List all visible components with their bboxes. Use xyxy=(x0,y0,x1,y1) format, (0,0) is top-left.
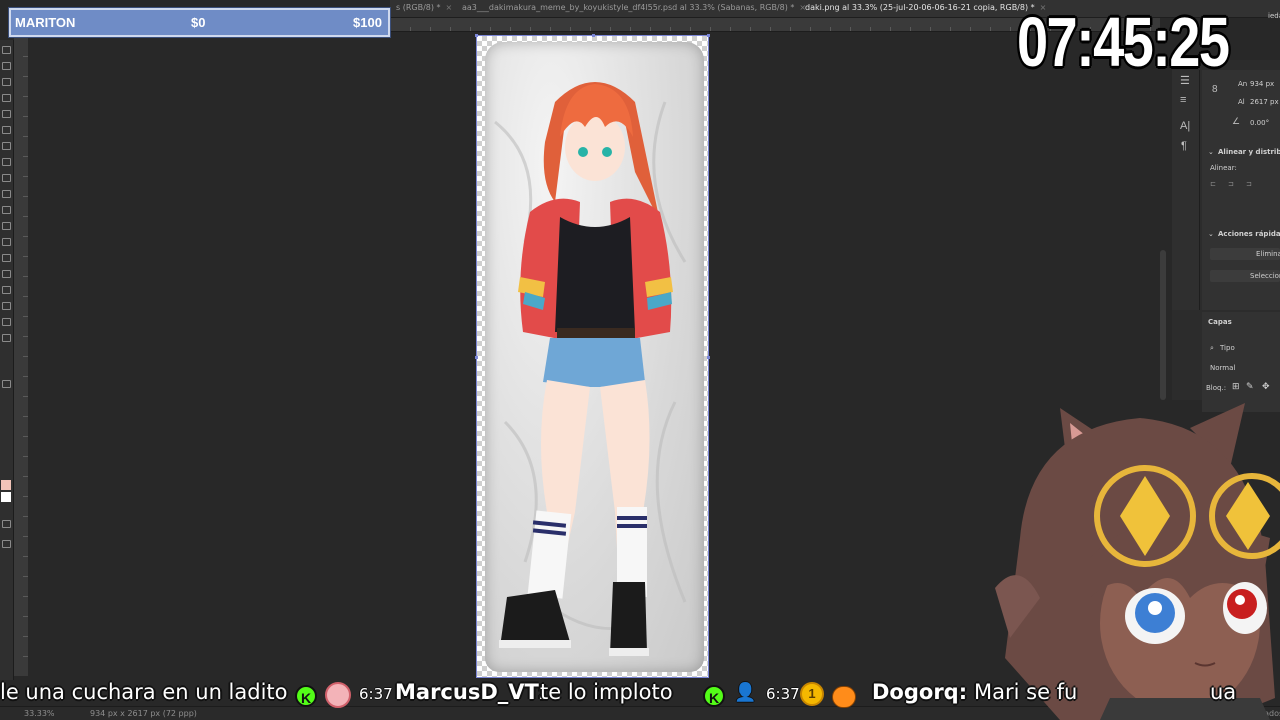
orange-badge-icon xyxy=(832,686,856,708)
transform-handle[interactable] xyxy=(592,34,595,37)
lock-move-icon[interactable]: ✥ xyxy=(1262,382,1270,392)
align-section-title[interactable]: Alinear y distribu xyxy=(1218,148,1280,156)
crop-tool-icon[interactable] xyxy=(2,94,11,102)
brush-tool-icon[interactable] xyxy=(2,142,11,150)
layers-panel: Capas ⌕ Tipo Normal Bloq.: ⊞ ✎ ✥ xyxy=(1202,312,1280,412)
vertical-ruler xyxy=(14,36,28,676)
transform-handle[interactable] xyxy=(707,34,710,37)
link-icon[interactable]: 8 xyxy=(1212,84,1218,95)
angle-icon: ∠ xyxy=(1232,116,1241,126)
lasso-tool-icon[interactable] xyxy=(2,78,11,86)
sub-badge-icon: 1 xyxy=(800,682,824,706)
chat-timestamp: 6:37 xyxy=(359,685,393,703)
align-label: Alinear: xyxy=(1210,164,1237,172)
close-icon[interactable]: × xyxy=(446,3,453,12)
quick-mask-icon[interactable] xyxy=(2,520,11,528)
tools-panel xyxy=(0,40,14,680)
transform-handle[interactable] xyxy=(475,34,478,37)
hand-tool-icon[interactable] xyxy=(2,318,11,326)
chat-username: MarcusD_VT: xyxy=(395,680,547,704)
chat-timestamp: 6:37 xyxy=(766,685,800,703)
search-icon: ⌕ xyxy=(1210,344,1214,352)
dakimakura-artwork xyxy=(485,42,704,672)
paragraph-icon[interactable]: ¶ xyxy=(1181,140,1187,152)
shape-tool-icon[interactable] xyxy=(2,302,11,310)
sliders-icon[interactable]: ≡ xyxy=(1180,94,1186,106)
type-tool-icon[interactable] xyxy=(2,270,11,278)
chevron-down-icon[interactable]: ⌄ xyxy=(1208,148,1214,156)
lock-label: Bloq.: xyxy=(1206,384,1227,392)
healing-tool-icon[interactable] xyxy=(2,126,11,134)
chat-message-text-tail: ua xyxy=(1210,680,1237,704)
character-icon[interactable]: A| xyxy=(1180,120,1190,132)
button-label: Seleccion xyxy=(1250,272,1280,280)
layer-filter-select[interactable]: Tipo xyxy=(1220,344,1235,352)
tab-label: aa3___dakimakura_meme_by_koyukistyle_df4… xyxy=(462,3,795,12)
tab-label: daki.png al 33.3% (25-jul-20-06-06-16-21… xyxy=(805,3,1035,12)
transform-handle[interactable] xyxy=(707,356,710,359)
kick-platform-icon: K xyxy=(295,685,317,707)
history-brush-tool-icon[interactable] xyxy=(2,174,11,182)
foreground-color-swatch[interactable] xyxy=(1,480,11,490)
eyedropper-tool-icon[interactable] xyxy=(2,110,11,118)
height-label: Al xyxy=(1238,98,1245,106)
quick-actions-title[interactable]: Acciones rápidas xyxy=(1218,230,1280,238)
marquee-tool-icon[interactable] xyxy=(2,62,11,70)
pen-tool-icon[interactable] xyxy=(2,254,11,262)
zoom-tool-icon[interactable] xyxy=(2,334,11,342)
user-icon: 👤 xyxy=(734,682,757,703)
document-tab-active[interactable]: daki.png al 33.3% (25-jul-20-06-06-16-21… xyxy=(805,3,1046,12)
properties-panel: ieda 8 An 934 px Al 2617 px ∠ 0.00° ⌄ Al… xyxy=(1202,12,1280,310)
screen-mode-icon[interactable] xyxy=(2,540,11,548)
height-value[interactable]: 2617 px xyxy=(1250,98,1279,106)
lock-transparency-icon[interactable]: ⊞ xyxy=(1232,382,1240,392)
goal-name: MARITON xyxy=(15,15,76,30)
chat-ticker: le una cuchara en un ladito K 6:37 Marcu… xyxy=(0,676,1280,710)
document-tab[interactable]: s (RGB/8) * × xyxy=(396,3,452,12)
document-info: 934 px x 2617 px (72 ppp) xyxy=(90,709,197,718)
vertical-scrollbar[interactable] xyxy=(1160,250,1166,400)
panel-icon-column: ☰ ≡ A| ¶ xyxy=(1172,70,1200,310)
gradient-tool-icon[interactable] xyxy=(2,206,11,214)
chat-message-text: le una cuchara en un ladito xyxy=(0,680,288,704)
goal-target: $100 xyxy=(353,15,382,30)
kick-platform-icon: K xyxy=(703,685,725,707)
chat-message-text: te lo imploto xyxy=(540,680,673,704)
goal-current: $0 xyxy=(191,15,206,30)
align-left-icon[interactable]: ⊏ xyxy=(1210,180,1216,188)
select-subject-button[interactable]: Seleccion xyxy=(1210,270,1280,282)
stream-clock: 07:45:25 xyxy=(1017,3,1230,81)
background-color-swatch[interactable] xyxy=(1,492,11,502)
move-tool-icon[interactable] xyxy=(2,46,11,54)
zoom-level[interactable]: 33.33% xyxy=(24,709,55,718)
chat-message-text: Mari se fu xyxy=(974,680,1078,704)
transform-handle[interactable] xyxy=(475,356,478,359)
lock-brush-icon[interactable]: ✎ xyxy=(1246,382,1254,392)
character-illustration xyxy=(494,82,687,656)
blur-tool-icon[interactable] xyxy=(2,222,11,230)
blend-mode-select[interactable]: Normal xyxy=(1210,364,1235,372)
chevron-down-icon[interactable]: ⌄ xyxy=(1208,230,1214,238)
align-right-icon[interactable]: ⊐ xyxy=(1246,180,1252,188)
remove-background-button[interactable]: Eliminar xyxy=(1210,248,1280,260)
width-label: An xyxy=(1238,80,1248,88)
vtuber-avatar xyxy=(995,403,1280,720)
angle-value[interactable]: 0.00° xyxy=(1250,119,1269,127)
eraser-tool-icon[interactable] xyxy=(2,190,11,198)
canvas-document[interactable] xyxy=(475,34,710,678)
user-avatar-icon xyxy=(325,682,351,708)
edit-toolbar-icon[interactable] xyxy=(2,380,11,388)
stamp-tool-icon[interactable] xyxy=(2,158,11,166)
document-tab[interactable]: aa3___dakimakura_meme_by_koyukistyle_df4… xyxy=(462,3,806,12)
donation-goal-bar: MARITON $0 $100 xyxy=(9,8,390,37)
width-value[interactable]: 934 px xyxy=(1250,80,1274,88)
path-select-tool-icon[interactable] xyxy=(2,286,11,294)
button-label: Eliminar xyxy=(1256,250,1280,258)
chat-username: Dogorq: xyxy=(872,680,968,704)
tab-label: s (RGB/8) * xyxy=(396,3,441,12)
panel-top-label: ieda xyxy=(1268,12,1280,20)
layers-tab[interactable]: Capas xyxy=(1208,318,1232,326)
dodge-tool-icon[interactable] xyxy=(2,238,11,246)
align-center-icon[interactable]: ⊐ xyxy=(1228,180,1234,188)
